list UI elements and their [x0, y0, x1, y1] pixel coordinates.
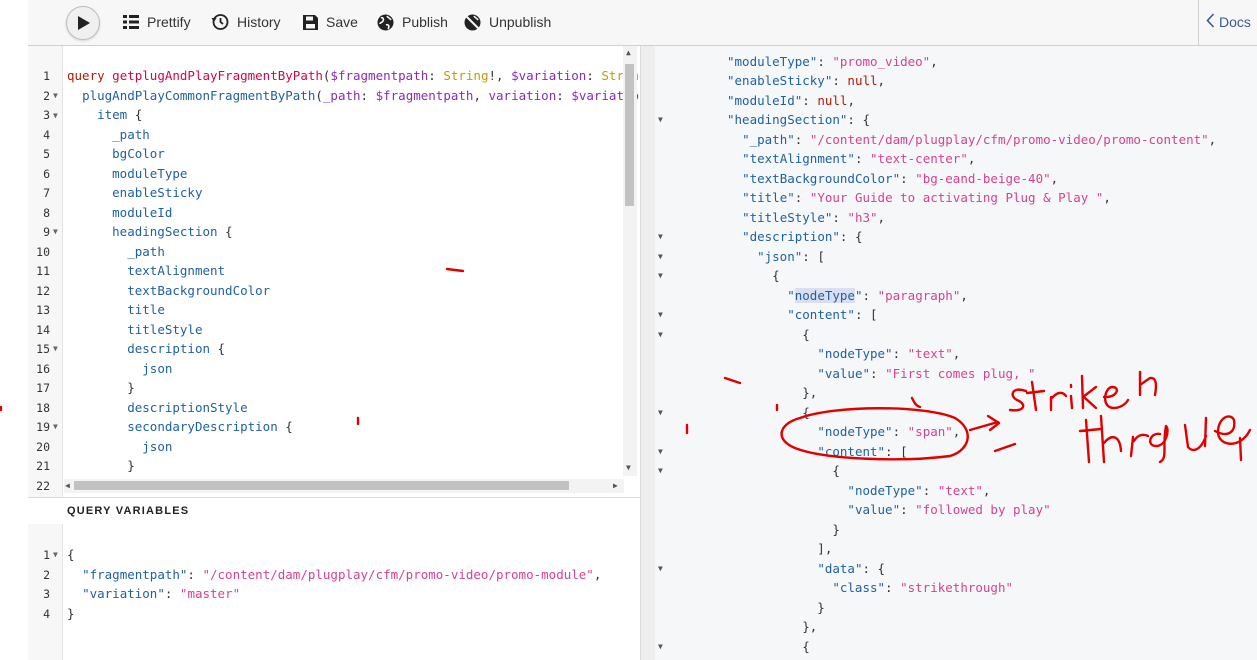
handwriting-strike [1008, 370, 1158, 412]
circle-around-span [780, 407, 969, 461]
pen-mark [910, 396, 922, 409]
handwriting-through [1078, 414, 1252, 464]
pen-mark [993, 442, 1017, 453]
pen-mark [445, 267, 465, 273]
pen-mark [723, 376, 742, 385]
red-annotation-overlay [0, 267, 1252, 464]
